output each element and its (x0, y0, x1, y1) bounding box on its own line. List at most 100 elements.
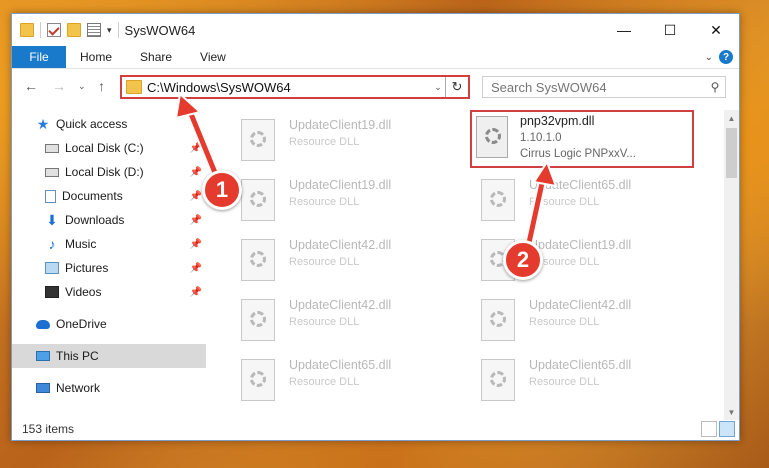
sidebar-item-local-disk-d[interactable]: Local Disk (D:) 📌 (12, 160, 206, 184)
large-icons-view-icon[interactable] (719, 421, 735, 437)
file-type: Resource DLL (529, 316, 600, 328)
file-item[interactable]: UpdateClient42.dll Resource DLL (227, 234, 447, 288)
dll-file-icon (481, 179, 515, 221)
sidebar-item-pictures[interactable]: Pictures 📌 (12, 256, 206, 280)
documents-icon (45, 189, 56, 203)
tab-share[interactable]: Share (126, 46, 186, 68)
file-version: 1.10.1.0 (520, 132, 562, 144)
file-item[interactable]: UpdateClient65.dll Resource DLL (467, 354, 687, 408)
vertical-scrollbar[interactable]: ▲ ▼ (724, 110, 739, 420)
status-bar: 153 items (12, 418, 739, 440)
address-row: ← → ⌄ ↑ C:\Windows\SysWOW64 ⌄ ↻ ⚲ (12, 72, 739, 102)
sidebar-item-label: Quick access (56, 117, 128, 131)
pin-icon[interactable]: 📌 (190, 215, 202, 226)
music-icon: ♪ (48, 236, 56, 252)
folder-icon (126, 80, 142, 94)
sidebar-item-label: OneDrive (56, 317, 107, 331)
file-item[interactable]: UpdateClient19.dll Resource DLL (227, 114, 447, 168)
title-bar: ▾ SysWOW64 — ☐ ✕ (12, 14, 739, 46)
item-count: 153 items (22, 422, 75, 436)
pin-icon[interactable]: 📌 (190, 167, 202, 178)
file-item[interactable]: UpdateClient42.dll Resource DLL (227, 294, 447, 348)
tab-file[interactable]: File (12, 46, 66, 68)
sidebar-item-label: Music (65, 237, 97, 251)
sidebar-item-label: Local Disk (C:) (65, 141, 144, 155)
new-folder-icon[interactable] (67, 23, 81, 37)
file-type: Resource DLL (529, 196, 600, 208)
details-view-icon[interactable] (701, 421, 717, 437)
file-item[interactable]: UpdateClient65.dll Resource DLL (467, 174, 687, 228)
help-icon[interactable]: ? (719, 50, 733, 64)
sidebar-item-this-pc[interactable]: This PC (12, 344, 206, 368)
refresh-icon: ↻ (451, 79, 463, 94)
file-type: Resource DLL (289, 376, 360, 388)
toolbar-divider (40, 22, 41, 38)
maximize-button[interactable]: ☐ (647, 14, 693, 46)
file-item[interactable]: UpdateClient42.dll Resource DLL (467, 294, 687, 348)
sidebar-item-label: Network (56, 381, 101, 395)
address-bar[interactable]: C:\Windows\SysWOW64 ⌄ ↻ (120, 75, 470, 99)
sidebar-item-music[interactable]: ♪ Music 📌 (12, 232, 206, 256)
file-name: UpdateClient19.dll (289, 118, 392, 132)
window-title: SysWOW64 (124, 22, 196, 38)
maximize-icon: ☐ (663, 21, 677, 38)
refresh-button[interactable]: ↻ (445, 77, 468, 97)
pin-icon[interactable]: 📌 (190, 287, 202, 298)
search-box[interactable]: ⚲ (482, 76, 726, 98)
customize-toolbar-chevron-icon[interactable]: ▾ (107, 25, 112, 36)
window-controls: — ☐ ✕ (601, 14, 739, 46)
file-type: Resource DLL (289, 136, 360, 148)
sidebar-item-onedrive[interactable]: OneDrive (12, 312, 206, 336)
file-item[interactable]: UpdateClient65.dll Resource DLL (227, 354, 447, 408)
dll-file-icon (481, 359, 515, 401)
sidebar-item-local-disk-c[interactable]: Local Disk (C:) 📌 (12, 136, 206, 160)
file-name: UpdateClient65.dll (289, 358, 392, 372)
pin-icon[interactable]: 📌 (190, 263, 202, 274)
callout-badge-2: 2 (503, 240, 543, 280)
dll-file-icon (476, 116, 508, 158)
close-button[interactable]: ✕ (693, 14, 739, 46)
back-arrow-icon[interactable]: ← (24, 78, 38, 94)
file-company: Cirrus Logic PNPxxV... (520, 148, 636, 160)
address-dropdown-chevron-icon[interactable]: ⌄ (431, 82, 445, 93)
dll-file-icon (241, 359, 275, 401)
sidebar-item-documents[interactable]: Documents 📌 (12, 184, 206, 208)
sidebar-item-downloads[interactable]: ⬇ Downloads 📌 (12, 208, 206, 232)
scrollbar-thumb[interactable] (726, 128, 737, 178)
forward-arrow-icon[interactable]: → (52, 78, 66, 94)
minimize-button[interactable]: — (601, 14, 647, 46)
ribbon-right: ⌄ ? (705, 46, 739, 68)
pin-icon[interactable]: 📌 (190, 239, 202, 250)
onedrive-icon (36, 319, 50, 329)
up-arrow-icon[interactable]: ↑ (98, 78, 105, 94)
tab-view[interactable]: View (186, 46, 240, 68)
tab-home[interactable]: Home (66, 46, 126, 68)
minimize-icon: — (617, 22, 631, 38)
pin-icon[interactable]: 📌 (190, 191, 202, 202)
properties-icon[interactable] (87, 23, 101, 37)
highlighted-file-item[interactable]: pnp32vpm.dll 1.10.1.0 Cirrus Logic PNPxx… (470, 110, 694, 168)
file-name: UpdateClient42.dll (289, 298, 392, 312)
file-name: UpdateClient42.dll (289, 238, 392, 252)
scroll-up-arrow-icon[interactable]: ▲ (724, 110, 739, 126)
search-icon: ⚲ (710, 80, 720, 94)
dll-file-icon (241, 119, 275, 161)
disk-icon (45, 143, 59, 153)
file-item[interactable]: UpdateClient19.dll Resource DLL (227, 174, 447, 228)
properties-check-icon[interactable] (47, 23, 61, 37)
recent-locations-chevron-icon[interactable]: ⌄ (78, 81, 86, 92)
sidebar-item-videos[interactable]: Videos 📌 (12, 280, 206, 304)
file-item[interactable]: UpdateClient19.dll Resource DLL (467, 234, 687, 288)
sidebar-item-quick-access[interactable]: ★ Quick access (12, 112, 206, 136)
pin-icon[interactable]: 📌 (190, 143, 202, 154)
file-name: UpdateClient65.dll (529, 358, 632, 372)
sidebar-item-network[interactable]: Network (12, 376, 206, 400)
search-input[interactable] (483, 78, 705, 96)
disk-icon (45, 167, 59, 177)
file-name: UpdateClient19.dll (289, 178, 392, 192)
explorer-window: ▾ SysWOW64 — ☐ ✕ File Home Share View ⌄ … (11, 13, 740, 441)
videos-icon (45, 286, 59, 298)
expand-ribbon-chevron-icon[interactable]: ⌄ (705, 52, 713, 63)
address-path[interactable]: C:\Windows\SysWOW64 (147, 80, 431, 95)
file-type: Resource DLL (289, 196, 360, 208)
